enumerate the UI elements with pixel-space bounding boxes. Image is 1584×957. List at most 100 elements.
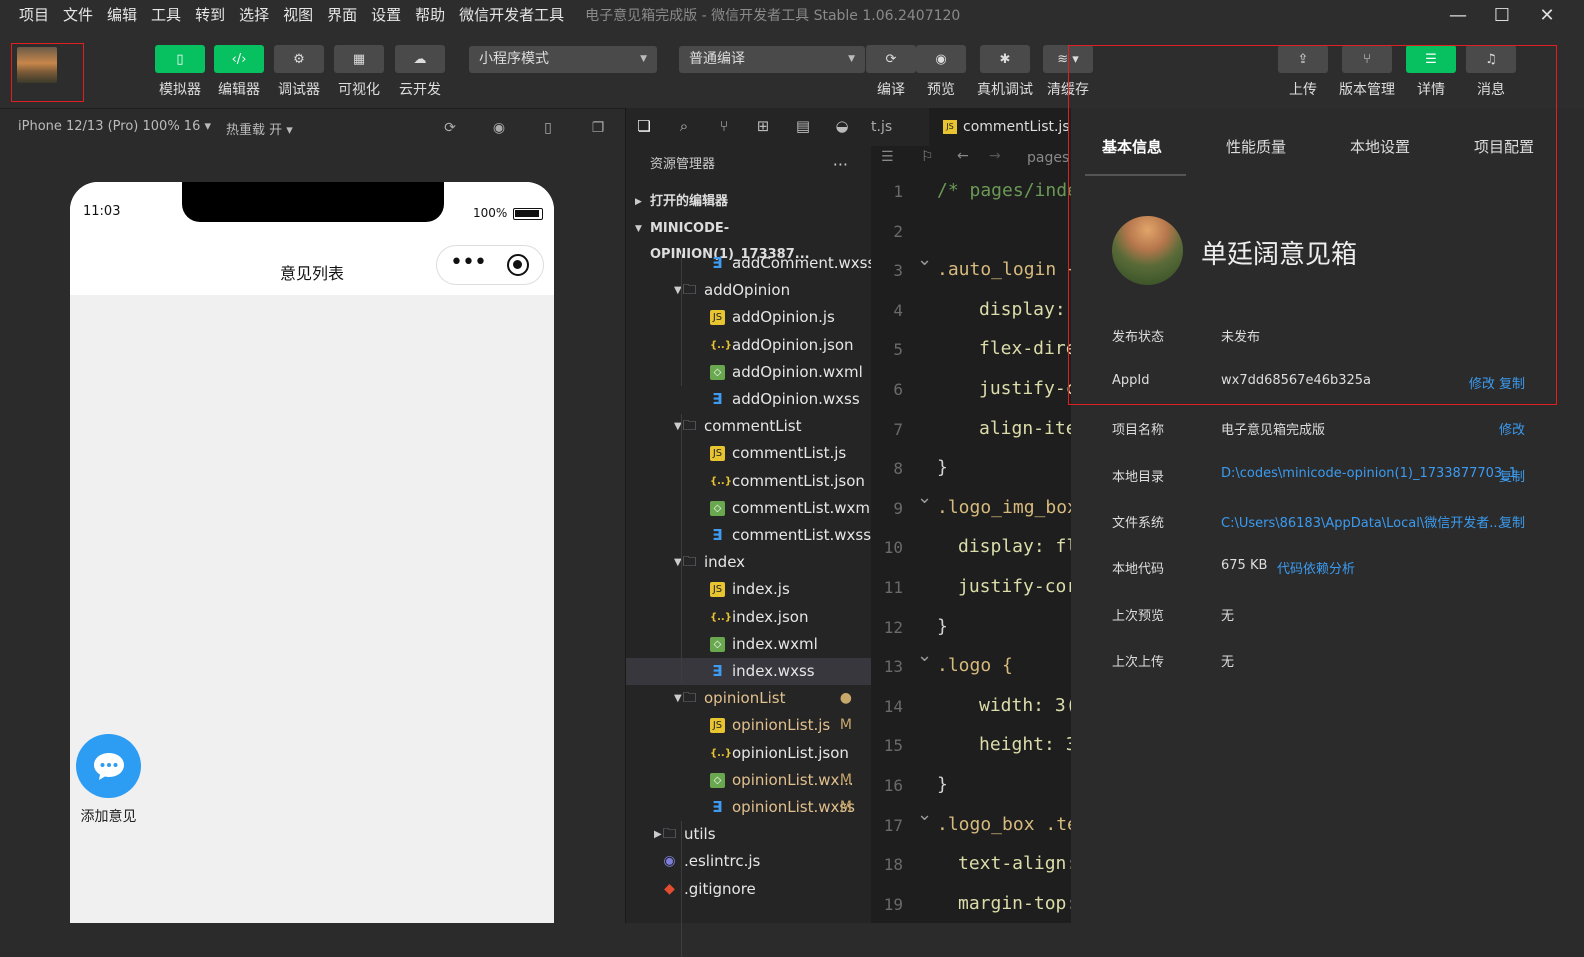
file-name: addOpinion.json [732,335,854,354]
phone-icon[interactable]: ▯ [539,119,557,137]
refresh-icon: ⟳ [866,45,916,73]
maximize-button[interactable]: ☐ [1480,0,1524,30]
file-name: index [704,553,746,572]
file-row[interactable]: JS opinionList.js M [626,712,872,739]
menu-item-8[interactable]: 设置 [364,0,408,30]
fold-chevron-icon[interactable]: ⌄ [917,645,932,666]
file-row[interactable]: {..} addOpinion.json [626,332,872,359]
file-row[interactable]: ◉ .eslintrc.js [626,848,872,875]
menu-item-9[interactable]: 帮助 [408,0,452,30]
menu-item-7[interactable]: 界面 [320,0,364,30]
file-row[interactable]: ∃ addOpinion.wxss [626,386,872,413]
file-row[interactable]: {..} opinionList.json [626,740,872,767]
detail-value[interactable]: D:\codes\minicode-opinion(1)_1733877703_… [1221,466,1517,481]
menu-item-0[interactable]: 项目 [0,0,56,30]
folder-row[interactable]: ▼ 🗀 index [626,549,872,576]
add-opinion-fab[interactable] [76,734,141,798]
list-icon[interactable]: ☰ [881,149,894,165]
exit-icon[interactable] [507,254,529,276]
folder-row[interactable]: ▶ 🗀 utils [626,821,872,848]
mid-tool-1-button[interactable]: ◉ 预览 [916,45,966,99]
fold-chevron-icon[interactable]: ⌄ [917,804,932,825]
file-row[interactable]: JS commentList.js [626,440,872,467]
chevron-down-icon: ▼ [635,224,642,234]
minimize-button[interactable]: — [1436,0,1480,30]
file-row[interactable]: ◆ .gitignore [626,876,872,903]
compile-select[interactable]: 普通编译 ▼ [679,46,865,73]
menu-item-4[interactable]: 转到 [188,0,232,30]
file-row[interactable]: ∃ index.wxss [626,658,872,685]
extensions-icon[interactable]: ⊞ [753,117,773,137]
dropdown-arrow-icon: ▼ [848,54,855,64]
left-tool-0-button[interactable]: ▯ 模拟器 [155,45,205,99]
file-row[interactable]: ◇ commentList.wxml [626,495,874,522]
json-file-icon: {..} [710,475,732,487]
file-row[interactable]: ◇ addOpinion.wxml [626,359,872,386]
fold-chevron-icon[interactable]: ⌄ [917,487,932,508]
detail-value: 无 [1221,609,1235,624]
save-icon[interactable]: ▤ [793,117,813,137]
more-actions-icon[interactable]: ··· [833,146,848,184]
file-row[interactable]: {..} index.json [626,604,872,631]
device-select[interactable]: iPhone 12/13 (Pro) 100% 16 ▾ [18,119,211,134]
menu-item-2[interactable]: 编辑 [100,0,144,30]
wxss-file-icon: ∃ [712,526,723,544]
editor-tab-2[interactable]: JS commentList.js [929,108,1071,146]
folder-file-icon: 🗀 [682,554,697,571]
left-tool-4-button[interactable]: ☁ 云开发 [395,45,445,99]
forward-arrow-icon[interactable]: → [989,148,1001,164]
menu-item-5[interactable]: 选择 [232,0,276,30]
menu-bar: 项目 文件 编辑 工具 转到 选择 视图 界面 设置 帮助 微信开发者工具 电子意见箱完成版 - 微信… [0,0,1584,30]
folder-row[interactable]: ▼ 🗀 commentList [626,413,872,440]
breadcrumb[interactable]: pages [1027,150,1069,166]
bookmark-icon[interactable]: ⚐ [921,149,934,165]
file-row[interactable]: JS index.js [626,576,872,603]
fold-chevron-icon[interactable]: ⌄ [917,249,932,270]
file-row[interactable]: ∃ commentList.wxss [626,522,872,549]
window-icon[interactable]: ❐ [589,119,607,137]
project-root-section[interactable]: ▼ MINICODE-OPINION(1)_173387... [626,216,872,262]
mid-tool-2-button[interactable]: ✱ 真机调试 [977,45,1033,99]
detail-action-link[interactable]: 复制 [1499,512,1525,531]
wxml-file-icon: ◇ [710,636,725,652]
menu-item-1[interactable]: 文件 [56,0,100,30]
left-tool-2-label: 调试器 [278,82,320,98]
mode-select[interactable]: 小程序模式 ▼ [469,46,657,73]
file-row[interactable]: {..} commentList.json [626,468,872,495]
left-tool-3-button[interactable]: ▦ 可视化 [334,45,384,99]
file-row[interactable]: ∃ addComment.wxss [626,250,875,277]
files-icon[interactable]: ❏ [634,117,654,137]
docker-icon[interactable]: ◒ [832,117,852,137]
mid-tool-0-button[interactable]: ⟳ 编译 [866,45,916,99]
chevron-down-icon: ▼ [674,693,682,705]
json-file-icon: {..} [710,611,732,623]
menu-item-3[interactable]: 工具 [144,0,188,30]
more-icon[interactable]: ••• [450,250,487,275]
code-area[interactable]: 1/* pages/inde 2 3 ⌄ .auto_login {4 display: 5… [871,172,1078,923]
code-dependency-link[interactable]: 代码依赖分析 [1277,558,1355,577]
detail-action-link[interactable]: 复制 [1499,466,1525,485]
left-tool-1-button[interactable]: ‹/› 编辑器 [214,45,264,99]
close-button[interactable]: ✕ [1525,0,1569,30]
folder-row[interactable]: ▼ 🗀 addOpinion [626,277,872,304]
menu-item-10[interactable]: 微信开发者工具 [452,0,571,30]
capsule-button[interactable]: ••• [436,245,544,285]
detail-action-link[interactable]: 修改 [1499,419,1525,438]
file-row[interactable]: ◇ index.wxml [626,631,872,658]
back-arrow-icon[interactable]: ← [957,148,969,164]
editor-tab-1[interactable]: t.js [871,108,921,146]
open-editors-section[interactable]: ▶ 打开的编辑器 [626,189,872,215]
git-branch-icon[interactable]: ⑂ [714,117,734,137]
search-icon[interactable]: ⌕ [674,117,694,137]
file-row[interactable]: ∃ opinionList.wxss M [626,794,872,821]
menu-item-6[interactable]: 视图 [276,0,320,30]
left-tool-2-button[interactable]: ⚙ 调试器 [274,45,324,99]
file-row[interactable]: ◇ opinionList.wx... M [626,767,872,794]
hot-reload-toggle[interactable]: 热重载 开 ▾ [226,119,293,138]
stop-icon[interactable]: ◉ [490,119,508,137]
detail-value[interactable]: C:\Users\86183\AppData\Local\微信开发者... [1221,512,1502,531]
refresh-icon[interactable]: ⟳ [441,119,459,137]
left-tool-0-label: 模拟器 [159,82,201,98]
file-row[interactable]: JS addOpinion.js [626,304,872,331]
folder-row[interactable]: ▼ 🗀 opinionList ● [626,685,872,712]
